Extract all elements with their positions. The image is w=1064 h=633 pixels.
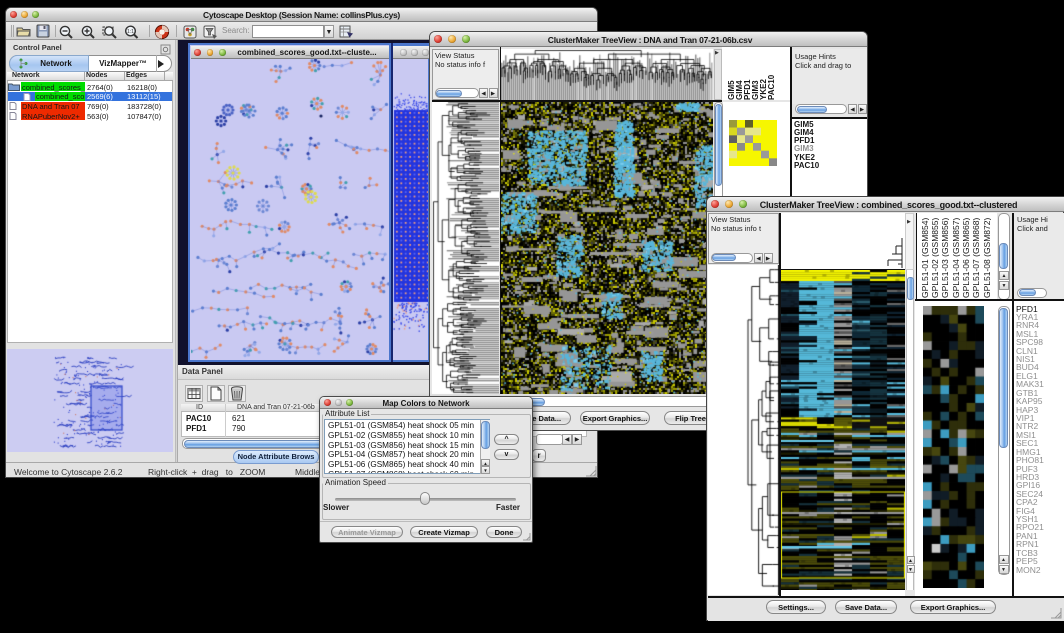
svg-text:1:1: 1:1 [127, 29, 134, 35]
